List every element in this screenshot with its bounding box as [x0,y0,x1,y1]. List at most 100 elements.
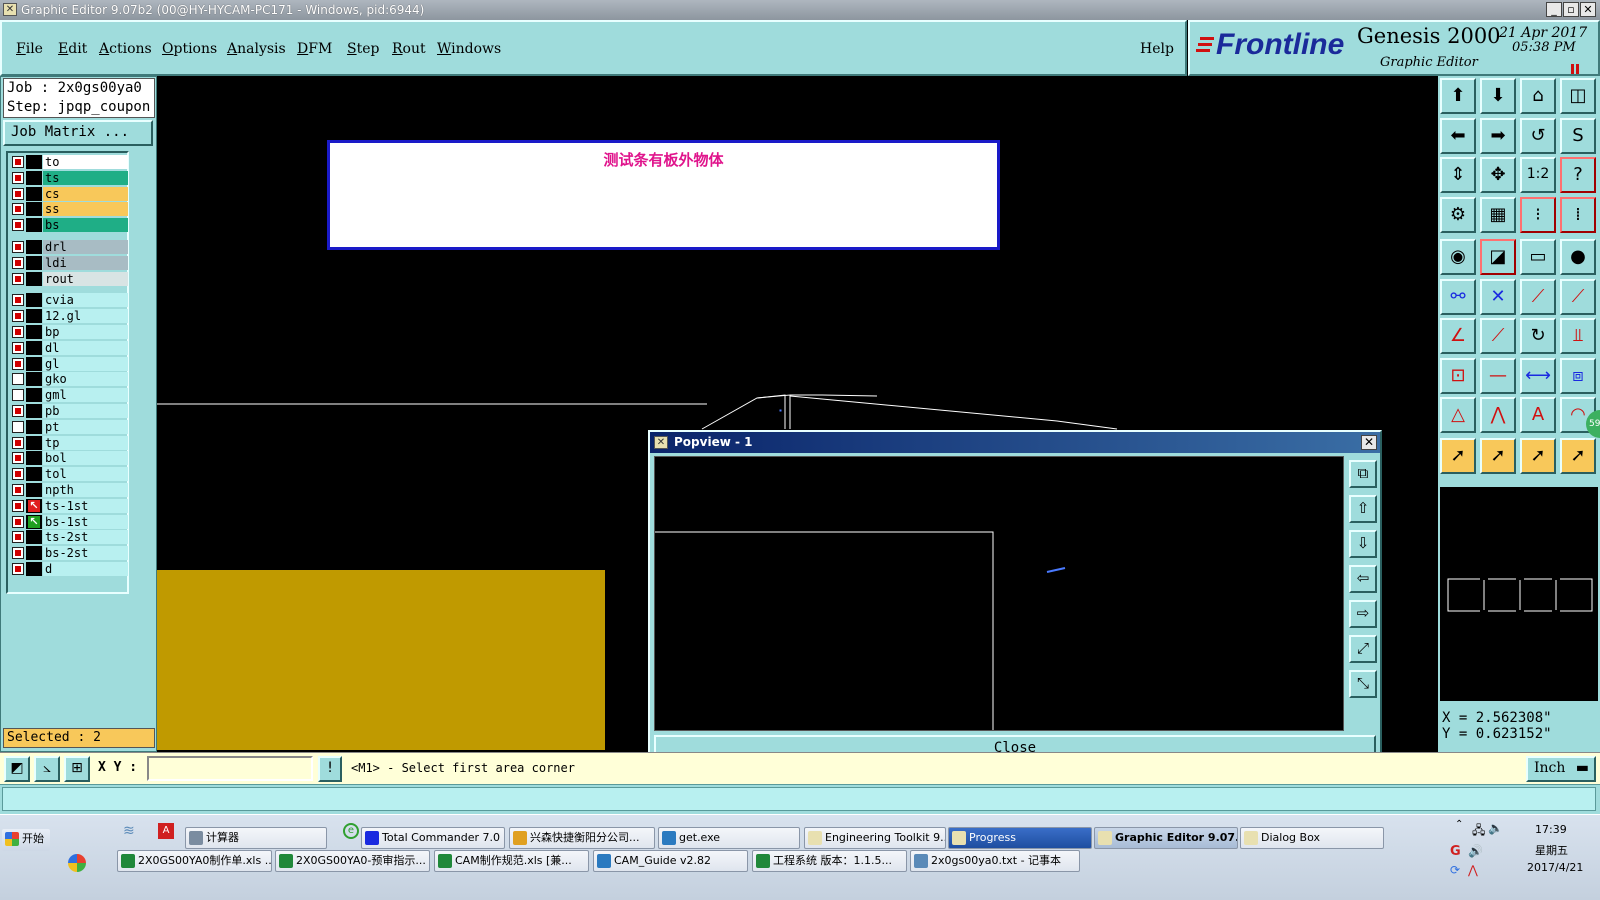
layer-row-rout[interactable]: rout [10,271,128,286]
menu-dfm[interactable]: DFM [297,41,332,57]
grid-snap-icon[interactable]: ⊞ [64,756,90,782]
layer-checkbox[interactable] [12,436,24,449]
speaker-icon[interactable]: 🔊 [1468,844,1483,858]
volume-icon[interactable]: 🔈 [1488,821,1503,835]
popview-canvas[interactable] [654,456,1344,731]
popview-zoom-in-icon[interactable]: ⤢ [1349,635,1377,663]
circle-icon[interactable]: ● [1560,239,1596,275]
menu-file[interactable]: File [16,41,43,57]
layer-state-cell[interactable] [26,404,42,418]
layer-checkbox[interactable] [12,310,24,323]
close-window-button[interactable]: ✕ [1580,2,1596,17]
layer-checkbox[interactable] [12,272,24,285]
layer-checkbox[interactable] [12,515,24,528]
layer-checkbox[interactable] [12,156,24,168]
layer-checkbox[interactable] [12,563,24,575]
popview-close-icon[interactable]: ✕ [1361,435,1377,450]
layer-state-cell[interactable] [26,356,42,371]
layer-checkbox[interactable] [12,294,24,307]
taskbar-item[interactable]: Dialog Box [1240,827,1384,849]
layer-row-d[interactable]: d [10,562,128,576]
menu-rout[interactable]: Rout [392,41,426,57]
layer-state-cell[interactable] [26,419,42,434]
taskbar-item[interactable]: Total Commander 7.0 ... [361,827,505,849]
layer-state-cell[interactable] [26,255,42,270]
taskbar-item[interactable]: 2X0GS00YA0制作单.xls ... [117,850,272,872]
help-icon[interactable]: ? [1560,157,1596,193]
layer-state-cell[interactable] [26,186,42,201]
window-icon[interactable]: ◫ [1560,78,1596,114]
layer-state-cell[interactable] [26,293,42,308]
start-button[interactable]: 开始 [2,829,50,851]
layer-state-cell[interactable] [26,546,42,561]
execute-icon[interactable]: ! [318,756,342,782]
zoom-prev-icon[interactable]: ↺ [1520,117,1556,154]
letter-a-icon[interactable]: A [1520,397,1556,433]
scale-1-2-icon[interactable]: 1:2 [1520,157,1556,193]
pan-right-icon[interactable]: ➡ [1480,117,1516,154]
menu-step[interactable]: Step [347,41,379,57]
taskbar-item[interactable]: 2X0GS00YA0-预审指示... [275,850,430,872]
layer-checkbox[interactable] [12,547,24,560]
line-delete-icon[interactable]: — [1480,357,1516,394]
layer-checkbox[interactable] [12,499,24,512]
layer-state-cell[interactable] [26,530,42,545]
extend-line-icon[interactable]: ⟋ [1560,278,1596,315]
taskbar-item[interactable]: 工程系统 版本：1.1.5... [752,850,907,872]
taskbar-item[interactable]: 兴森快捷衡阳分公司... [509,827,655,849]
network-icon[interactable]: 🖧 [1472,821,1485,842]
layer-row-bs-1st[interactable]: ↖ bs-1st [10,514,128,529]
window-title-bar[interactable]: ✕ Graphic Editor 9.07b2 (00@HY-HYCAM-PC1… [0,0,1600,20]
layer-checkbox[interactable] [12,187,24,200]
taskbar-item[interactable]: Engineering Toolkit 9.... [804,827,946,849]
layer-state-cell[interactable] [26,483,42,497]
pan-down-icon[interactable]: ⬇ [1480,78,1516,114]
taskbar-item[interactable]: get.exe [658,827,800,849]
pointer-circle-icon[interactable]: ➚ [1520,437,1556,474]
quicklaunch-switch-icon[interactable]: ≋ [123,823,141,839]
taskbar-item[interactable]: 计算器 [185,827,327,849]
pad-add-icon[interactable]: ⊡ [1440,357,1476,394]
layer-checkbox[interactable] [12,373,24,386]
snap-icon[interactable]: ⁞ [1560,196,1596,233]
layer-checkbox[interactable] [12,326,24,338]
layer-row-gko[interactable]: gko [10,372,128,387]
layer-row-to[interactable]: to [10,155,128,169]
maximize-button[interactable]: ▫ [1563,2,1579,17]
fit-all-icon[interactable]: ✥ [1480,157,1516,193]
layer-checkbox[interactable] [12,171,24,184]
layer-row-ts-2st[interactable]: ts-2st [10,530,128,545]
menu-windows[interactable]: Windows [437,41,501,57]
unit-selector[interactable]: Inch ▬ [1526,756,1596,782]
pointer-icon[interactable]: ➚ [1440,437,1476,474]
pan-up-icon[interactable]: ⬆ [1440,78,1476,114]
layer-row-bs-2st[interactable]: bs-2st [10,546,128,561]
ie-icon[interactable]: e [343,823,359,839]
layer-state-cell[interactable] [26,325,42,339]
layer-row-ldi[interactable]: ldi [10,255,128,270]
layer-state-cell[interactable] [26,451,42,466]
layer-state-cell[interactable] [26,388,42,403]
layer-row-12.gl[interactable]: 12.gl [10,309,128,324]
layer-checkbox[interactable] [12,420,24,433]
layer-checkbox[interactable] [12,389,24,402]
layer-checkbox[interactable] [12,357,24,370]
pan-left-icon[interactable]: ⬅ [1440,117,1476,154]
rotate-icon[interactable]: ↻ [1520,318,1556,354]
net-icon[interactable]: ⁝ [1520,196,1556,233]
xy-input[interactable] [147,756,313,781]
menu-options[interactable]: Options [162,41,217,57]
antivirus-icon[interactable]: G [1450,844,1461,859]
sync-icon[interactable]: ⟳ [1450,863,1460,877]
layer-row-pt[interactable]: pt [10,419,128,434]
pattern-icon[interactable]: ⧈ [1560,357,1596,394]
minimize-button[interactable]: _ [1546,2,1562,17]
layer-row-cvia[interactable]: cvia [10,293,128,308]
layer-row-drl[interactable]: drl [10,240,128,254]
layer-state-cell[interactable]: ↖ [26,498,42,513]
measure-icon[interactable]: ⚙ [1440,196,1476,233]
measure-mode-icon[interactable]: ⦣ [34,756,60,782]
layer-state-cell[interactable] [26,562,42,576]
layer-state-cell[interactable]: ↖ [26,514,42,529]
layer-state-cell[interactable] [26,240,42,254]
